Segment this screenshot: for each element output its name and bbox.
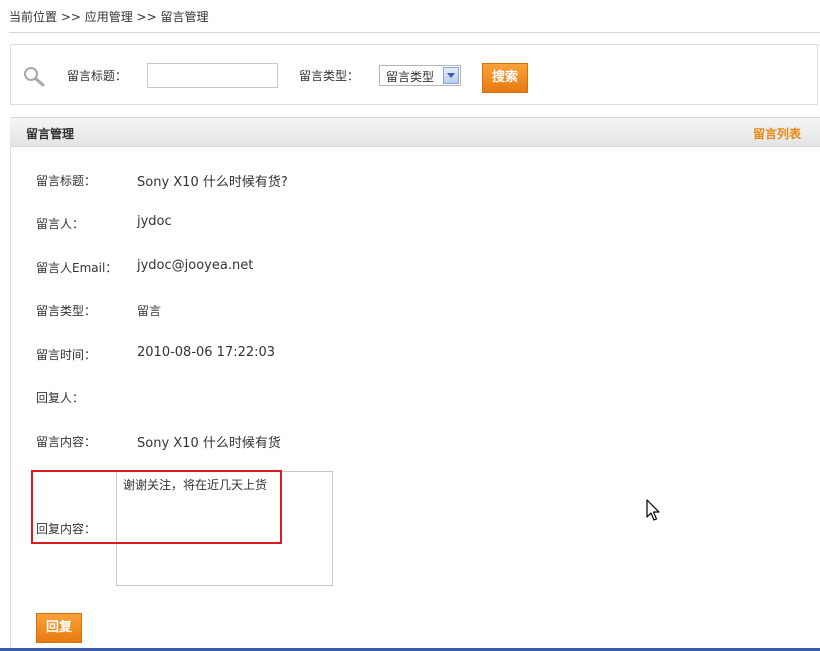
email-label: 留言人Email： <box>36 261 118 275</box>
message-type-select[interactable]: 留言类型 <box>379 65 461 86</box>
panel-title: 留言管理 <box>26 127 75 141</box>
breadcrumb: 当前位置 >> 应用管理 >> 留言管理 <box>9 10 209 24</box>
type-value: 留言 <box>137 304 162 318</box>
content-label: 留言内容： <box>36 435 97 449</box>
search-button[interactable]: 搜索 <box>482 63 528 93</box>
search-type-label: 留言类型： <box>299 69 360 83</box>
reply-button[interactable]: 回复 <box>36 613 82 643</box>
panel-header <box>10 117 820 147</box>
time-value: 2010-08-06 17:22:03 <box>137 345 276 360</box>
search-title-input[interactable] <box>147 63 278 88</box>
type-label: 留言类型： <box>36 304 97 318</box>
magnifier-icon <box>24 67 45 87</box>
reply-content-label: 回复内容： <box>36 522 97 536</box>
reply-content-textarea[interactable]: 谢谢关注，将在近几天上货 <box>116 471 333 586</box>
title-value: Sony X10 什么时候有货? <box>137 175 288 190</box>
breadcrumb-divider <box>9 32 820 33</box>
author-label: 留言人： <box>36 217 85 231</box>
message-list-link[interactable]: 留言列表 <box>753 125 801 142</box>
content-value: Sony X10 什么时候有货 <box>137 436 281 451</box>
author-value: jydoc <box>137 214 172 229</box>
mouse-cursor-icon <box>646 499 660 521</box>
message-type-selected: 留言类型 <box>386 70 435 84</box>
title-label: 留言标题： <box>36 174 97 188</box>
replier-label: 回复人： <box>36 391 85 405</box>
search-title-label: 留言标题： <box>67 69 128 83</box>
email-value: jydoc@jooyea.net <box>137 258 254 273</box>
chevron-down-icon[interactable] <box>443 67 459 84</box>
time-label: 留言时间： <box>36 348 97 362</box>
